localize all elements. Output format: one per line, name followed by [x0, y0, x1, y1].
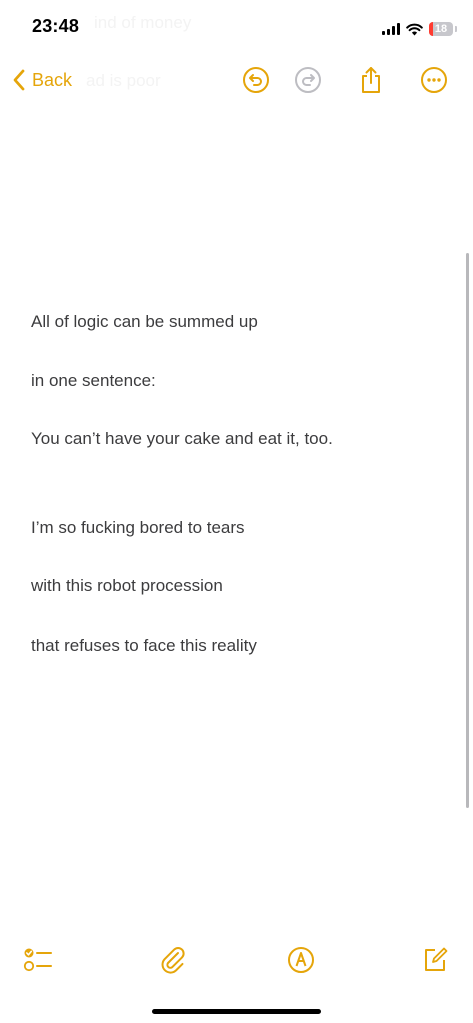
note-line: that refuses to face this reality: [31, 636, 257, 655]
note-line: with this robot procession: [31, 576, 223, 595]
undo-icon: [243, 67, 269, 93]
battery-icon: 18: [429, 22, 457, 36]
chevron-left-icon: [13, 69, 25, 91]
battery-level: 18: [434, 23, 448, 35]
more-button[interactable]: [418, 64, 450, 96]
paperclip-icon: [161, 947, 185, 974]
scroll-indicator[interactable]: [466, 253, 469, 808]
status-bar: ind of money 23:48 18: [0, 0, 473, 56]
back-button[interactable]: Back: [12, 64, 72, 96]
markup-pen-icon: [288, 947, 314, 973]
nav-bar: ad is poor Back: [0, 56, 473, 106]
share-button[interactable]: [355, 64, 387, 96]
checklist-button[interactable]: [22, 944, 54, 976]
attach-button[interactable]: [157, 944, 189, 976]
redo-button[interactable]: [292, 64, 324, 96]
status-time: 23:48: [32, 16, 80, 36]
note-line: You can’t have your cake and eat it, too…: [31, 429, 333, 448]
wifi-icon: [406, 23, 423, 35]
home-indicator[interactable]: [152, 1009, 321, 1014]
note-line: I’m so fucking bored to tears: [31, 518, 245, 537]
more-icon: [421, 67, 447, 93]
note-line: All of logic can be summed up: [31, 312, 258, 331]
share-icon: [362, 67, 380, 93]
back-label: Back: [32, 69, 73, 90]
background-text: ad is poor: [86, 71, 161, 90]
note-line: in one sentence:: [31, 371, 156, 390]
signal-icon: [382, 23, 400, 35]
markup-button[interactable]: [285, 944, 317, 976]
compose-icon: [425, 947, 448, 971]
redo-icon: [295, 67, 321, 93]
undo-button[interactable]: [240, 64, 272, 96]
compose-button[interactable]: [419, 944, 451, 976]
status-indicators: 18: [382, 19, 457, 39]
background-text: ind of money: [94, 13, 192, 32]
checklist-icon: [23, 948, 52, 972]
